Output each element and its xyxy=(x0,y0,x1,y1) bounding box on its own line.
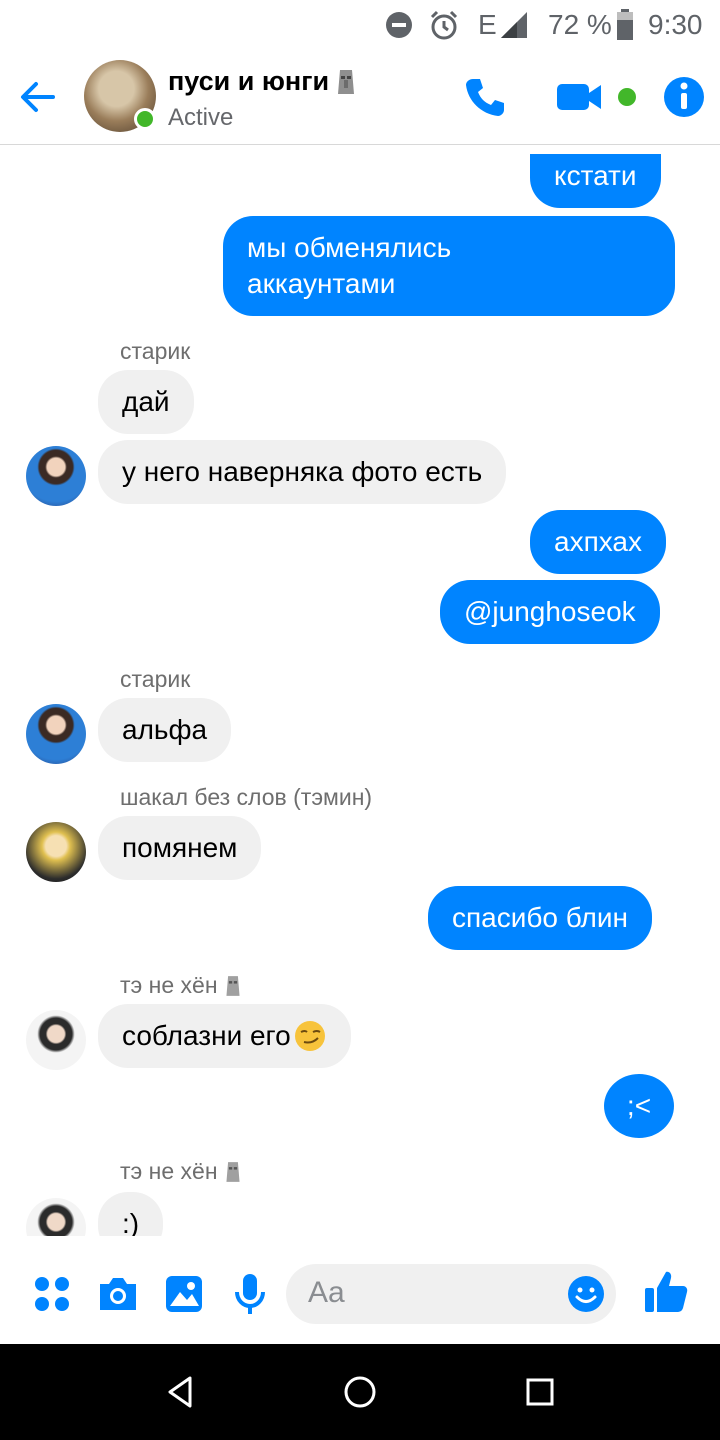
avatar[interactable] xyxy=(26,446,86,506)
message-text: дай xyxy=(122,386,170,417)
clock: 9:30 xyxy=(648,9,703,40)
message-input-placeholder: Aa xyxy=(308,1276,345,1309)
more-actions-button[interactable] xyxy=(28,1270,76,1318)
message-incoming[interactable]: у него наверняка фото есть xyxy=(98,440,507,504)
message-outgoing[interactable]: ахпхах xyxy=(530,510,666,574)
message-outgoing[interactable]: кстати xyxy=(530,154,661,208)
message-text: ахпхах xyxy=(554,526,642,557)
message-input[interactable]: Aa xyxy=(286,1264,616,1324)
message-text-line2: аккаунтами xyxy=(247,268,396,299)
back-button[interactable] xyxy=(12,72,62,122)
active-status-dot xyxy=(134,108,156,130)
sender-name-row: тэ не хён xyxy=(120,972,242,999)
message-text: спасибо блин xyxy=(452,902,628,933)
network-type: E xyxy=(478,9,497,40)
system-navigation-bar xyxy=(0,1344,720,1440)
nav-home-button[interactable] xyxy=(336,1368,384,1416)
call-button[interactable] xyxy=(460,72,510,122)
arrow-left-icon xyxy=(21,82,55,112)
avatar[interactable] xyxy=(26,1198,86,1236)
message-outgoing[interactable]: мы обменялись аккаунтами xyxy=(223,216,675,316)
moai-emoji-icon xyxy=(226,1161,240,1182)
info-button[interactable] xyxy=(659,72,709,122)
image-icon xyxy=(166,1276,202,1312)
chat-header: пуси и юнги Active xyxy=(0,50,720,145)
smirk-emoji-icon xyxy=(294,1021,325,1051)
message-text: ;< xyxy=(626,1090,652,1121)
message-text: кстати xyxy=(554,160,637,191)
nav-back-button[interactable] xyxy=(156,1368,204,1416)
battery-icon xyxy=(616,7,634,43)
video-active-dot xyxy=(618,88,636,106)
gallery-button[interactable] xyxy=(160,1270,208,1318)
square-recents-icon xyxy=(526,1378,554,1406)
dnd-icon xyxy=(384,7,414,43)
avatar[interactable] xyxy=(26,1010,86,1070)
video-camera-icon xyxy=(557,84,601,110)
nav-recents-button[interactable] xyxy=(516,1368,564,1416)
sender-name: старик xyxy=(120,666,191,692)
alarm-icon xyxy=(428,7,460,43)
message-text: помянем xyxy=(122,832,238,863)
status-bar: E 72 % 9:30 xyxy=(0,0,720,50)
sender-name: старик xyxy=(120,338,191,364)
message-text: соблазни его xyxy=(122,1020,291,1051)
grid-dots-icon xyxy=(35,1277,69,1311)
avatar[interactable] xyxy=(26,704,86,764)
message-incoming[interactable]: альфа xyxy=(98,698,232,762)
emoji-button[interactable] xyxy=(566,1274,606,1314)
message-incoming[interactable]: :) xyxy=(98,1192,164,1236)
moai-emoji-icon xyxy=(226,975,240,996)
avatar[interactable] xyxy=(26,822,86,882)
camera-button[interactable] xyxy=(94,1270,142,1318)
triangle-back-icon xyxy=(168,1376,192,1408)
voice-button[interactable] xyxy=(226,1270,274,1318)
sender-name-row: тэ не хён xyxy=(120,1158,242,1185)
sender-name: тэ не хён xyxy=(120,972,218,998)
sender-name: тэ не хён xyxy=(120,1158,218,1184)
message-incoming[interactable]: дай xyxy=(98,370,194,434)
chat-title[interactable]: пуси и юнги xyxy=(168,66,357,97)
camera-icon xyxy=(100,1278,136,1310)
message-text: альфа xyxy=(122,714,208,745)
message-outgoing[interactable]: ;< xyxy=(604,1074,674,1138)
signal-icon: E xyxy=(478,7,531,43)
info-icon xyxy=(664,77,704,117)
like-button[interactable] xyxy=(640,1266,692,1318)
moai-emoji-icon xyxy=(338,69,355,94)
battery-percent: 72 % xyxy=(548,9,612,40)
message-text: @junghoseok xyxy=(464,596,636,627)
phone-icon xyxy=(466,79,504,116)
chat-title-text: пуси и юнги xyxy=(168,66,330,96)
active-status-text: Active xyxy=(168,104,234,131)
microphone-icon xyxy=(235,1274,265,1314)
circle-home-icon xyxy=(344,1376,376,1408)
message-composer: Aa xyxy=(0,1236,720,1344)
message-text: у него наверняка фото есть xyxy=(122,456,483,487)
sender-name: шакал без слов (тэмин) xyxy=(120,784,373,810)
message-text-line1: мы обменялись xyxy=(247,232,452,263)
smiley-icon xyxy=(568,1276,604,1312)
thumbs-up-icon xyxy=(645,1271,688,1312)
message-incoming[interactable]: помянем xyxy=(98,816,262,880)
message-list[interactable]: кстати мы обменялись аккаунтами старик д… xyxy=(0,146,720,1236)
video-call-button[interactable] xyxy=(555,72,605,122)
message-text: :) xyxy=(122,1208,140,1236)
message-outgoing[interactable]: спасибо блин xyxy=(428,886,652,950)
message-incoming[interactable]: соблазни его xyxy=(98,1004,351,1068)
message-outgoing[interactable]: @junghoseok xyxy=(440,580,660,644)
